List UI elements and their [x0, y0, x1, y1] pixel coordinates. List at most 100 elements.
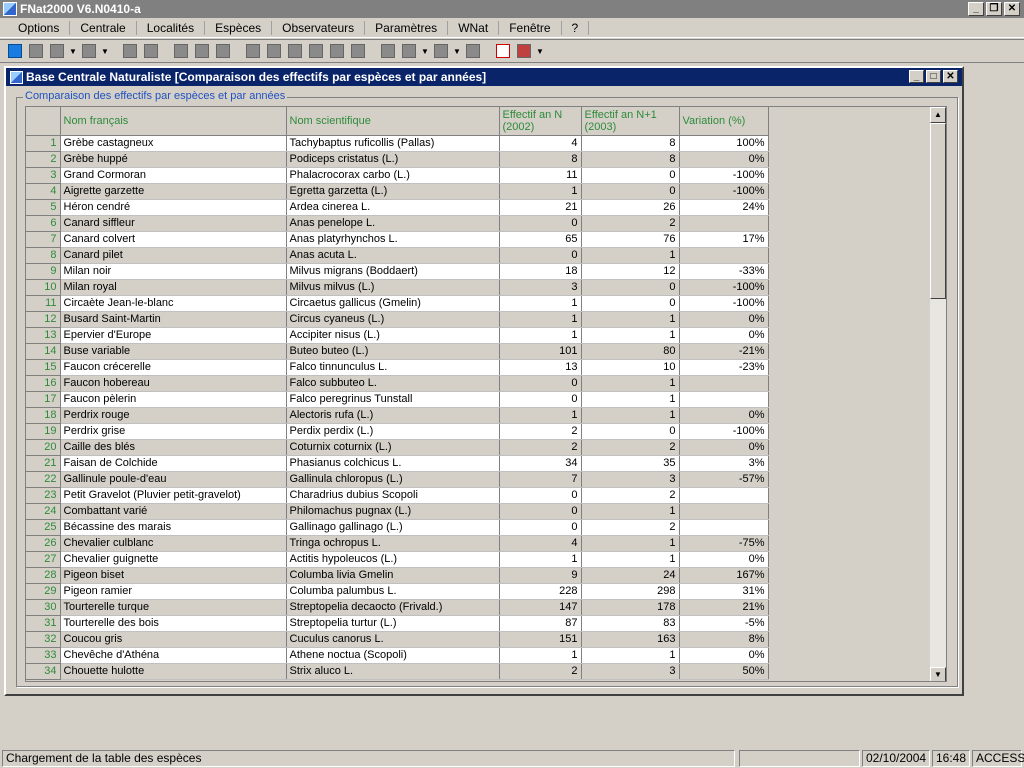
edit-icon[interactable]: [172, 42, 190, 60]
species-grid[interactable]: Nom français Nom scientifique Effectif a…: [25, 106, 947, 682]
cell-effectif-n[interactable]: 9: [499, 567, 582, 584]
cell-effectif-n[interactable]: 0: [499, 391, 582, 408]
doc-icon[interactable]: [244, 42, 262, 60]
cell-variation[interactable]: 17%: [679, 231, 769, 248]
cell-effectif-n1[interactable]: 80: [581, 343, 680, 360]
cell-variation[interactable]: 0%: [679, 311, 769, 328]
cell-variation[interactable]: 24%: [679, 199, 769, 216]
menu-options[interactable]: Options: [8, 20, 71, 35]
cell-nom-francais[interactable]: Perdrix grise: [60, 423, 287, 440]
cell-variation[interactable]: 0%: [679, 407, 769, 424]
cell-effectif-n[interactable]: 87: [499, 615, 582, 632]
cell-effectif-n1[interactable]: 0: [581, 295, 680, 312]
cell-effectif-n1[interactable]: 83: [581, 615, 680, 632]
table-row[interactable]: 18 Perdrix rouge Alectoris rufa (L.) 1 1 0%: [26, 407, 769, 424]
cell-effectif-n1[interactable]: 3: [581, 663, 680, 680]
cell-effectif-n[interactable]: 4: [499, 535, 582, 552]
cell-effectif-n[interactable]: 65: [499, 231, 582, 248]
menu-wnat[interactable]: WNat: [448, 20, 500, 35]
cell-variation[interactable]: [679, 375, 769, 392]
cell-effectif-n[interactable]: 34: [499, 455, 582, 472]
close-icon[interactable]: ✕: [1004, 2, 1020, 16]
cell-nom-scientifique[interactable]: Phasianus colchicus L.: [286, 455, 500, 472]
table-row[interactable]: 21 Faisan de Colchide Phasianus colchicus …: [26, 455, 769, 472]
cell-variation[interactable]: -33%: [679, 263, 769, 280]
cell-variation[interactable]: -23%: [679, 359, 769, 376]
cell-effectif-n1[interactable]: 1: [581, 391, 680, 408]
cell-effectif-n1[interactable]: 1: [581, 503, 680, 520]
table-row[interactable]: 20 Caille des blés Coturnix coturnix (L.) 2…: [26, 439, 769, 456]
cell-effectif-n1[interactable]: 1: [581, 247, 680, 264]
table-row[interactable]: 17 Faucon pèlerin Falco peregrinus Tunstal…: [26, 391, 769, 408]
cell-nom-scientifique[interactable]: Charadrius dubius Scopoli: [286, 487, 500, 504]
cell-variation[interactable]: [679, 487, 769, 504]
cell-effectif-n1[interactable]: 3: [581, 471, 680, 488]
menu-parametres[interactable]: Paramètres: [365, 20, 449, 35]
cell-nom-scientifique[interactable]: Falco tinnunculus L.: [286, 359, 500, 376]
cell-effectif-n1[interactable]: 2: [581, 487, 680, 504]
cell-variation[interactable]: 50%: [679, 663, 769, 680]
cell-nom-francais[interactable]: Busard Saint-Martin: [60, 311, 287, 328]
chevron-down-icon[interactable]: ▼: [69, 42, 77, 60]
cell-nom-scientifique[interactable]: Tachybaptus ruficollis (Pallas): [286, 135, 500, 152]
cell-effectif-n1[interactable]: 0: [581, 183, 680, 200]
table-row[interactable]: 24 Combattant varié Philomachus pugnax (L.…: [26, 503, 769, 520]
cell-effectif-n[interactable]: 1: [499, 295, 582, 312]
cell-nom-francais[interactable]: Aigrette garzette: [60, 183, 287, 200]
cell-nom-francais[interactable]: Buse variable: [60, 343, 287, 360]
cell-nom-francais[interactable]: Faucon pèlerin: [60, 391, 287, 408]
cell-variation[interactable]: -100%: [679, 423, 769, 440]
table-row[interactable]: 14 Buse variable Buteo buteo (L.) 101 80 -21%: [26, 343, 769, 360]
chevron-down-icon[interactable]: ▼: [453, 42, 461, 60]
cell-variation[interactable]: -75%: [679, 535, 769, 552]
cell-nom-scientifique[interactable]: Falco peregrinus Tunstall: [286, 391, 500, 408]
cell-effectif-n[interactable]: 4: [499, 135, 582, 152]
column-header-effectif-n[interactable]: Effectif an N (2002): [499, 107, 582, 136]
close-icon[interactable]: ✕: [943, 70, 958, 83]
table-row[interactable]: 8 Canard pilet Anas acuta L. 0 1: [26, 247, 769, 264]
table-row[interactable]: 22 Gallinule poule-d'eau Gallinula chlorop…: [26, 471, 769, 488]
cell-effectif-n[interactable]: 1: [499, 183, 582, 200]
table-row[interactable]: 27 Chevalier guignette Actitis hypoleucos …: [26, 551, 769, 568]
table-row[interactable]: 30 Tourterelle turque Streptopelia decaoct…: [26, 599, 769, 616]
cell-effectif-n1[interactable]: 1: [581, 375, 680, 392]
cell-nom-scientifique[interactable]: Podiceps cristatus (L.): [286, 151, 500, 168]
cell-effectif-n[interactable]: 1: [499, 647, 582, 664]
cell-nom-francais[interactable]: Héron cendré: [60, 199, 287, 216]
cell-nom-scientifique[interactable]: Tringa ochropus L.: [286, 535, 500, 552]
cell-effectif-n1[interactable]: 1: [581, 327, 680, 344]
cell-effectif-n[interactable]: 18: [499, 263, 582, 280]
cell-nom-francais[interactable]: Canard pilet: [60, 247, 287, 264]
cell-effectif-n1[interactable]: 163: [581, 631, 680, 648]
maximize-icon[interactable]: □: [926, 70, 941, 83]
cell-variation[interactable]: 0%: [679, 439, 769, 456]
doc-tree-icon[interactable]: [349, 42, 367, 60]
cell-effectif-n1[interactable]: 0: [581, 167, 680, 184]
cell-effectif-n[interactable]: 13: [499, 359, 582, 376]
cell-nom-scientifique[interactable]: Buteo buteo (L.): [286, 343, 500, 360]
cell-nom-francais[interactable]: Combattant varié: [60, 503, 287, 520]
refresh-icon[interactable]: [6, 42, 24, 60]
table-row[interactable]: 7 Canard colvert Anas platyrhynchos L. 65 76…: [26, 231, 769, 248]
cell-nom-scientifique[interactable]: Actitis hypoleucos (L.): [286, 551, 500, 568]
cell-effectif-n1[interactable]: 0: [581, 423, 680, 440]
chevron-down-icon[interactable]: ▼: [421, 42, 429, 60]
cell-effectif-n[interactable]: 2: [499, 439, 582, 456]
cell-nom-francais[interactable]: Bécassine des marais: [60, 519, 287, 536]
table-row[interactable]: 11 Circaète Jean-le-blanc Circaetus gallic…: [26, 295, 769, 312]
chart-icon[interactable]: [515, 42, 533, 60]
cell-effectif-n[interactable]: 228: [499, 583, 582, 600]
cell-effectif-n1[interactable]: 1: [581, 407, 680, 424]
table-icon[interactable]: [432, 42, 450, 60]
table-icon[interactable]: [400, 42, 418, 60]
grid-icon[interactable]: [121, 42, 139, 60]
doc-search-icon[interactable]: [307, 42, 325, 60]
cell-effectif-n[interactable]: 147: [499, 599, 582, 616]
cell-nom-francais[interactable]: Chevêche d'Athéna: [60, 647, 287, 664]
table-row[interactable]: 23 Petit Gravelot (Pluvier petit-gravelot…: [26, 487, 769, 504]
cell-effectif-n[interactable]: 0: [499, 503, 582, 520]
cell-variation[interactable]: 8%: [679, 631, 769, 648]
cell-variation[interactable]: 31%: [679, 583, 769, 600]
cell-nom-francais[interactable]: Faucon crécerelle: [60, 359, 287, 376]
cell-nom-francais[interactable]: Circaète Jean-le-blanc: [60, 295, 287, 312]
